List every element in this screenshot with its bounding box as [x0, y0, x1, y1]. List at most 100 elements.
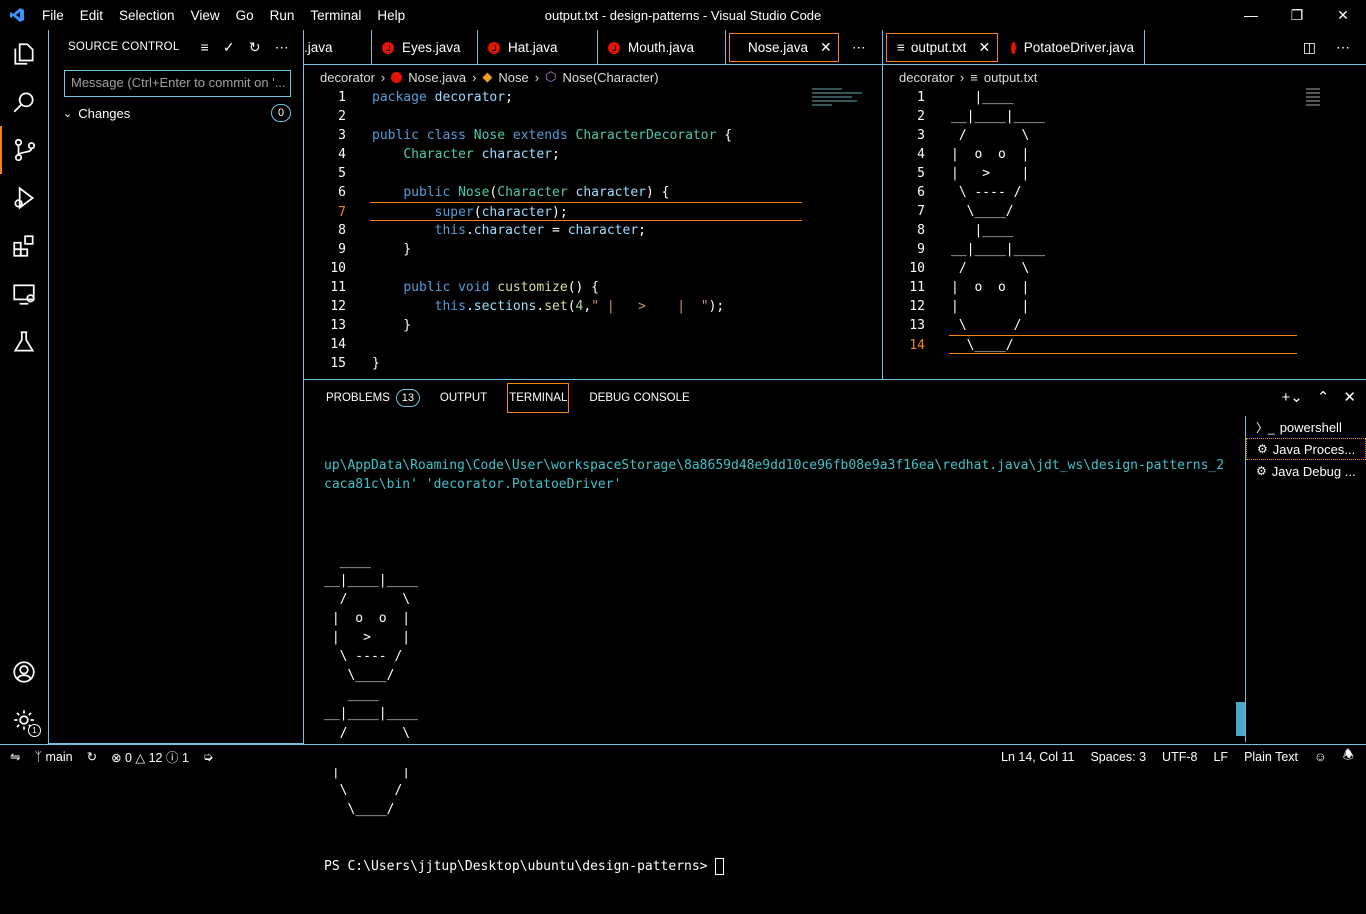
split-editor-icon[interactable]: ◫: [1303, 39, 1316, 56]
code-line[interactable]: 4 | o o |: [883, 145, 1366, 164]
view-as-tree-icon[interactable]: ≡: [201, 39, 209, 56]
minimap[interactable]: [812, 88, 868, 128]
menu-edit[interactable]: Edit: [72, 8, 111, 23]
language-mode[interactable]: Plain Text: [1244, 750, 1298, 764]
code-line[interactable]: 3 / \: [883, 126, 1366, 145]
tab-hat-java[interactable]: Hat.java: [478, 30, 598, 65]
remote-icon[interactable]: ⇋: [10, 749, 20, 764]
menu-view[interactable]: View: [183, 8, 228, 23]
menu-file[interactable]: File: [34, 8, 72, 23]
refresh-icon[interactable]: ↻: [249, 39, 261, 56]
commit-message-input[interactable]: Message (Ctrl+Enter to commit on '...: [64, 70, 291, 97]
code-line[interactable]: 6 public Nose(Character character) {: [304, 183, 882, 202]
feedback-icon[interactable]: ☺: [1314, 750, 1327, 764]
tab-terminal[interactable]: TERMINAL: [507, 383, 570, 413]
code-line[interactable]: 12 this.sections.set(4," | > | ");: [304, 297, 882, 316]
code-line[interactable]: 13 }: [304, 316, 882, 335]
menu-help[interactable]: Help: [369, 8, 413, 23]
testing-icon[interactable]: [0, 318, 48, 366]
terminal-item-powershell[interactable]: 〉_ powershell: [1246, 416, 1366, 438]
close-panel-icon[interactable]: ✕: [1343, 388, 1356, 406]
tab-mouth-java[interactable]: Mouth.java: [598, 30, 726, 65]
encoding[interactable]: UTF-8: [1162, 750, 1197, 764]
tab-output[interactable]: OUTPUT: [440, 383, 487, 413]
terminal-prompt-line[interactable]: PS C:\Users\jjtup\Desktop\ubuntu\design-…: [324, 857, 1229, 876]
tab-debug-console[interactable]: DEBUG CONSOLE: [589, 383, 689, 413]
sync-icon[interactable]: ↻: [87, 749, 97, 764]
breadcrumb-folder[interactable]: decorator: [320, 70, 375, 85]
notifications-bell-icon[interactable]: 🕭: [1343, 746, 1354, 767]
changes-group[interactable]: ⌄ Changes 0: [49, 102, 303, 124]
close-window-button[interactable]: ✕: [1320, 0, 1366, 30]
branch-indicator[interactable]: ᛉ main: [34, 750, 72, 764]
code-line[interactable]: 2: [304, 107, 882, 126]
minimize-button[interactable]: —: [1228, 0, 1274, 30]
code-line[interactable]: 2 __|____|____: [883, 107, 1366, 126]
code-line[interactable]: 1 package decorator;: [304, 88, 882, 107]
close-tab-icon[interactable]: ✕: [978, 39, 990, 56]
more-tabs-icon[interactable]: ⋯: [842, 30, 876, 65]
breadcrumb-folder[interactable]: decorator: [899, 70, 954, 85]
code-line[interactable]: 9 }: [304, 240, 882, 259]
commit-check-icon[interactable]: ✓: [223, 39, 235, 56]
restore-button[interactable]: ❐: [1274, 0, 1320, 30]
menu-selection[interactable]: Selection: [111, 8, 183, 23]
maximize-panel-icon[interactable]: ⌃: [1317, 388, 1330, 406]
extensions-icon[interactable]: [0, 222, 48, 270]
tab-output-txt[interactable]: ≡ output.txt ✕: [886, 33, 998, 62]
code-line[interactable]: 9 __|____|____: [883, 240, 1366, 259]
remote-explorer-icon[interactable]: [0, 270, 48, 318]
code-line[interactable]: 5: [304, 164, 882, 183]
tab-potatoedriver-java[interactable]: PotatoeDriver.java: [1001, 30, 1145, 65]
terminal-item-java-process[interactable]: ⚙ Java Proces...: [1246, 438, 1366, 460]
code-line[interactable]: 11 public void customize() {: [304, 278, 882, 297]
code-line[interactable]: 4 Character character;: [304, 145, 882, 164]
new-terminal-icon[interactable]: +⌄: [1282, 388, 1303, 406]
explorer-icon[interactable]: [0, 30, 48, 78]
close-tab-icon[interactable]: ✕: [820, 39, 832, 56]
tab-problems[interactable]: PROBLEMS 13: [326, 383, 420, 413]
cursor-position[interactable]: Ln 14, Col 11: [1001, 750, 1074, 764]
tab-partial-java[interactable]: .java: [304, 30, 372, 65]
code-line[interactable]: 3 public class Nose extends CharacterDeco…: [304, 126, 882, 145]
code-line[interactable]: 14 \____/: [909, 335, 1297, 354]
settings-gear-icon[interactable]: 1: [0, 696, 48, 744]
code-line[interactable]: 15}: [304, 354, 882, 373]
menu-run[interactable]: Run: [262, 8, 303, 23]
nose-java-editor[interactable]: 1 package decorator; 2 3 public class Nose e…: [304, 88, 882, 378]
menu-terminal[interactable]: Terminal: [302, 8, 369, 23]
code-line[interactable]: 11 | o o |: [883, 278, 1366, 297]
menu-go[interactable]: Go: [228, 8, 262, 23]
code-line[interactable]: 6 \ ---- /: [883, 183, 1366, 202]
code-line[interactable]: 12 | |: [883, 297, 1366, 316]
code-line[interactable]: 13 \ /: [883, 316, 1366, 335]
code-line[interactable]: 7 super(character);: [338, 202, 802, 221]
breadcrumb-class[interactable]: Nose: [498, 70, 528, 85]
code-line[interactable]: 10 / \: [883, 259, 1366, 278]
code-line[interactable]: 5 | > |: [883, 164, 1366, 183]
source-control-icon[interactable]: [0, 126, 48, 174]
run-debug-icon[interactable]: [0, 174, 48, 222]
code-line[interactable]: 7 \____/: [883, 202, 1366, 221]
breadcrumb-file[interactable]: Nose.java: [408, 70, 466, 85]
output-txt-editor[interactable]: 1 |____ 2 __|____|____ 3 / \ 4 | o o | 5 | > | 6…: [883, 88, 1366, 378]
problems-indicator[interactable]: ⊗ 0 △ 12 ⓘ 1: [111, 747, 189, 766]
end-of-line[interactable]: LF: [1213, 750, 1228, 764]
indentation[interactable]: Spaces: 3: [1090, 750, 1146, 764]
account-icon[interactable]: [0, 648, 48, 696]
code-line[interactable]: 14: [304, 335, 882, 354]
minimap[interactable]: [1306, 88, 1320, 116]
code-line[interactable]: 10: [304, 259, 882, 278]
code-line[interactable]: 1 |____: [883, 88, 1366, 107]
code-line[interactable]: 8 this.character = character;: [304, 221, 882, 240]
search-icon[interactable]: [0, 78, 48, 126]
more-actions-icon[interactable]: ⋯: [1336, 39, 1350, 56]
code-line[interactable]: 8 |____: [883, 221, 1366, 240]
terminal-scrollbar[interactable]: [1236, 702, 1245, 736]
breadcrumb-file[interactable]: output.txt: [984, 70, 1037, 85]
tab-nose-java[interactable]: Nose.java ✕: [729, 33, 839, 62]
tab-eyes-java[interactable]: Eyes.java: [372, 30, 478, 65]
run-debug-icon[interactable]: ➭: [203, 749, 213, 764]
more-actions-icon[interactable]: ⋯: [275, 39, 289, 56]
terminal-output[interactable]: up\AppData\Roaming\Code\User\workspaceSt…: [324, 418, 1229, 914]
